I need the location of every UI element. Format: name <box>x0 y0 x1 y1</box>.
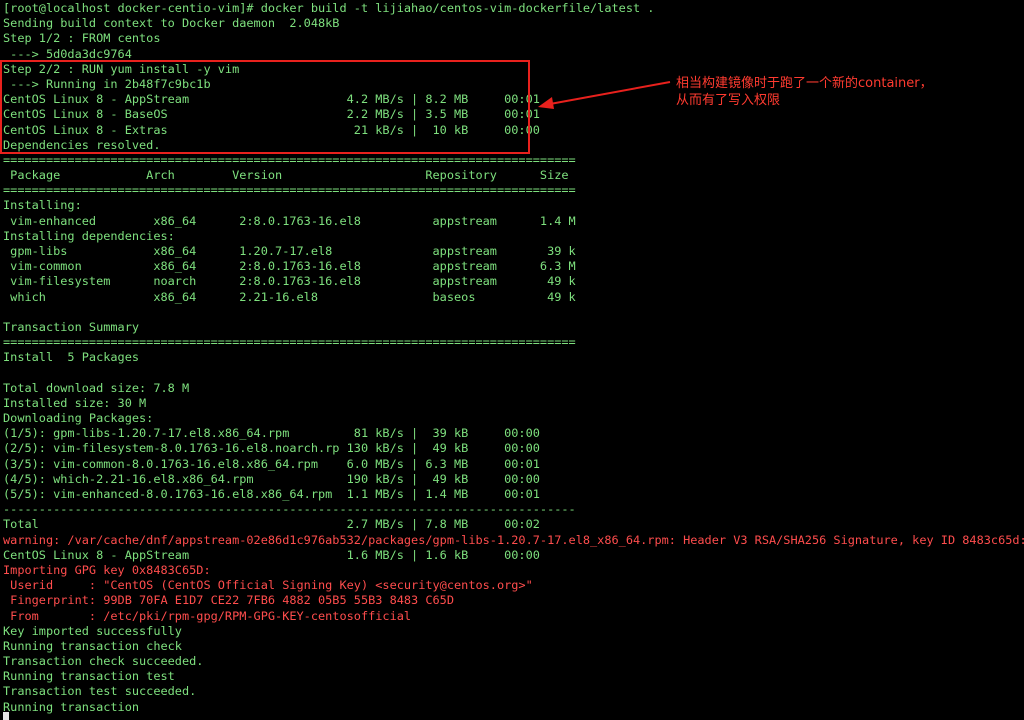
output-line: (5/5): vim-enhanced-8.0.1763-16.el8.x86_… <box>3 487 540 501</box>
output-line: Transaction Summary <box>3 319 140 334</box>
output-line: vim-enhanced x86_64 2:8.0.1763-16.el8 ap… <box>3 213 576 228</box>
output-line: (2/5): vim-filesystem-8.0.1763-16.el8.no… <box>3 441 540 456</box>
output-line: CentOS Linux 8 - AppStream 1.6 MB/s | 1.… <box>3 547 540 562</box>
warning-line: Fingerprint: 99DB 70FA E1D7 CE22 7FB6 48… <box>3 593 455 608</box>
output-line: (1/5): gpm-libs-1.20.7-17.el8.x86_64.rpm… <box>3 426 540 441</box>
warning-line: From : /etc/pki/rpm-gpg/RPM-GPG-KEY-cent… <box>3 608 412 623</box>
output-line: (3/5): vim-common-8.0.1763-16.el8.x86_64… <box>3 456 540 471</box>
output-line: which x86_64 2.21-16.el8 baseos 49 k <box>3 289 576 304</box>
annotation-highlight-box <box>0 60 530 154</box>
output-line: Transaction check succeeded. <box>3 654 204 669</box>
separator-line: ========================================… <box>3 183 576 198</box>
output-line: Sending build context to Docker daemon 2… <box>3 16 340 31</box>
warning-line: warning: /var/cache/dnf/appstream-02e86d… <box>3 532 1024 547</box>
output-line: Package Arch Version Repository Size <box>3 168 569 183</box>
command-prompt-line: [root@localhost docker-centio-vim]# dock… <box>3 1 655 15</box>
terminal-cursor <box>3 712 9 720</box>
separator-line: ========================================… <box>3 335 576 350</box>
output-line: Running transaction test <box>3 669 175 684</box>
annotation-note: 相当构建镜像时于跑了一个新的container， 从而有了写入权限 <box>676 76 933 108</box>
output-line: Install 5 Packages <box>3 350 140 365</box>
warning-line: Importing GPG key 0x8483C65D: <box>3 562 211 577</box>
output-line: vim-filesystem noarch 2:8.0.1763-16.el8 … <box>3 274 576 289</box>
output-line: Running transaction <box>3 699 140 714</box>
output-line: Running transaction check <box>3 638 182 653</box>
output-line: Downloading Packages: <box>3 411 154 426</box>
output-line: (4/5): which-2.21-16.el8.x86_64.rpm 190 … <box>3 471 540 486</box>
warning-line: Userid : "CentOS (CentOS Official Signin… <box>3 578 533 593</box>
output-line: Total 2.7 MB/s | 7.8 MB 00:02 <box>3 517 540 532</box>
output-line: Installed size: 30 M <box>3 395 147 410</box>
output-line: gpm-libs x86_64 1.20.7-17.el8 appstream … <box>3 244 576 258</box>
output-line: Installing: <box>3 198 82 213</box>
terminal-window[interactable]: [root@localhost docker-centio-vim]# dock… <box>0 0 1024 720</box>
separator-line: ----------------------------------------… <box>3 502 576 517</box>
output-line: Installing dependencies: <box>3 228 175 243</box>
separator-line: ========================================… <box>3 152 576 167</box>
annotation-arrow-icon <box>538 81 671 109</box>
output-line: vim-common x86_64 2:8.0.1763-16.el8 apps… <box>3 259 576 274</box>
output-line: Transaction test succeeded. <box>3 684 197 699</box>
output-line: Key imported successfully <box>3 623 182 638</box>
output-line: Total download size: 7.8 M <box>3 380 190 395</box>
output-line: Step 1/2 : FROM centos <box>3 31 161 46</box>
